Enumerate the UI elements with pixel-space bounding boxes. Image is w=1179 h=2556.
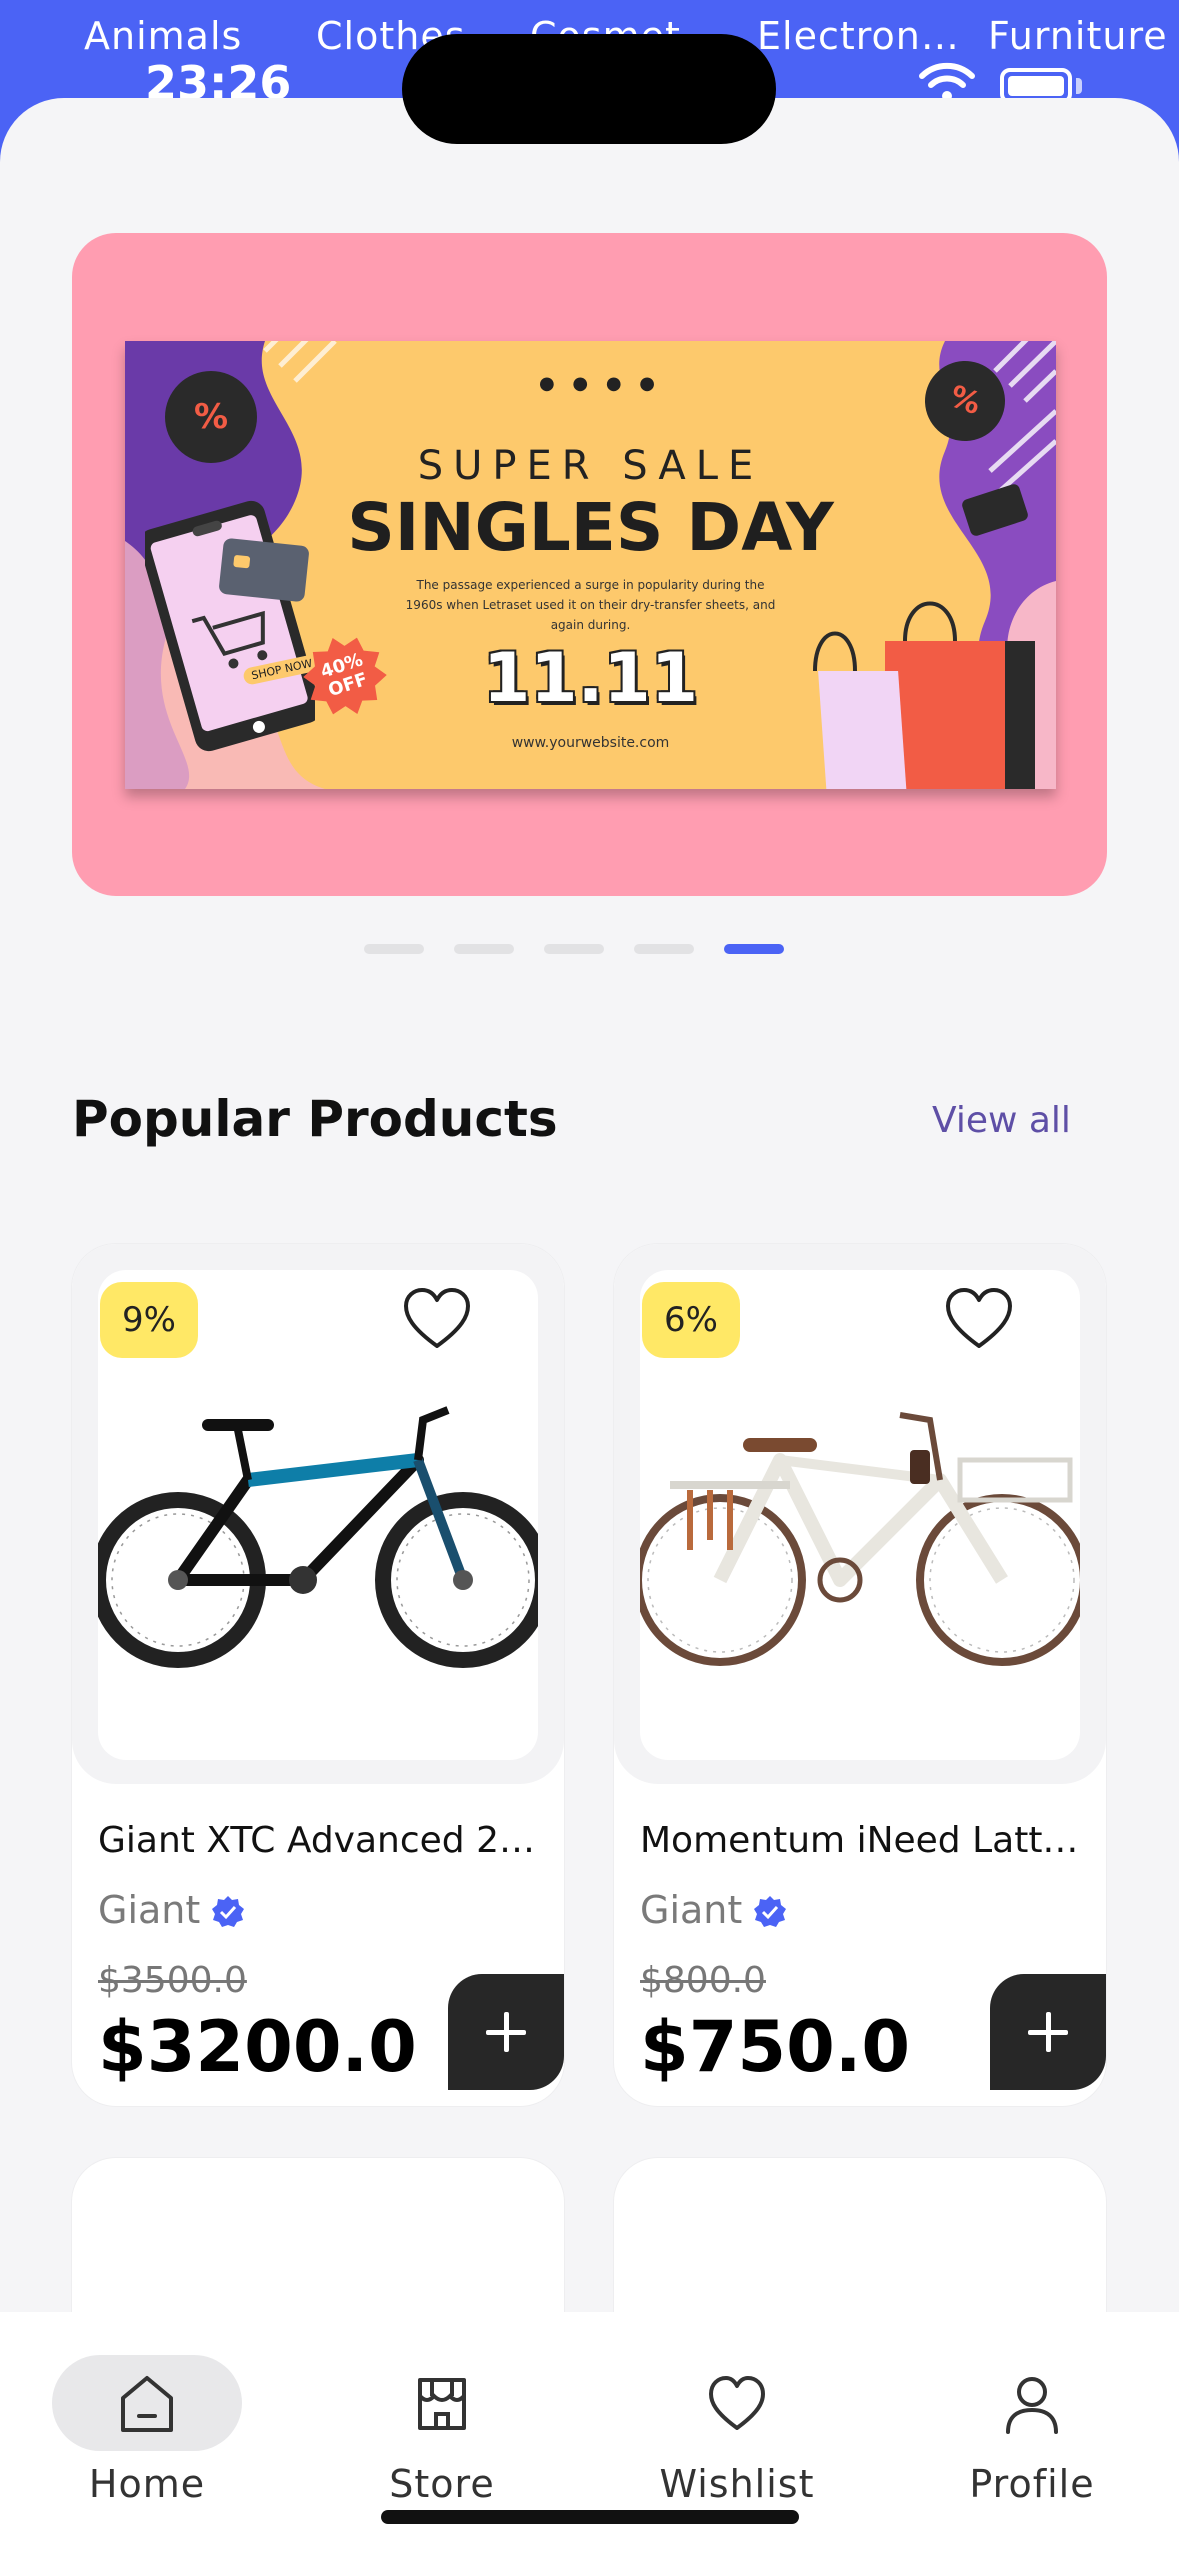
- home-sheet: % SHOP NOW 40% OFF ● ● ● ● SUPER SALE SI…: [0, 98, 1179, 2556]
- poster-description: The passage experienced a surge in popul…: [405, 578, 776, 632]
- verified-badge-icon: [212, 1896, 244, 1927]
- carousel-dot-2[interactable]: [454, 944, 514, 954]
- carousel-dot-1[interactable]: [364, 944, 424, 954]
- person-icon: [1006, 2377, 1058, 2434]
- sale-price: $750.0: [640, 2006, 911, 2088]
- heart-icon: [709, 2376, 765, 2430]
- category-animals[interactable]: Animals: [84, 14, 242, 58]
- nav-label: Profile: [969, 2462, 1095, 2506]
- battery-tip: [1076, 78, 1082, 94]
- nav-item-wishlist[interactable]: Wishlist: [617, 2352, 857, 2522]
- wifi-icon: [919, 62, 975, 101]
- category-electronics[interactable]: Electron…: [757, 14, 960, 58]
- add-to-cart-button[interactable]: [990, 1974, 1106, 2090]
- nav-label: Home: [88, 2462, 206, 2506]
- product-image-frame: 9%: [72, 1244, 564, 1784]
- product-card[interactable]: 9% Giant XTC Advanced 2… Giant $3500.0 $…: [72, 1244, 564, 2106]
- category-furniture[interactable]: Furniture: [988, 14, 1168, 58]
- dynamic-island: [402, 34, 776, 144]
- carousel-dot-3[interactable]: [544, 944, 604, 954]
- product-brand: Giant: [640, 1888, 743, 1932]
- product-name: Giant XTC Advanced 2…: [98, 1820, 535, 1861]
- city-bike-image: [640, 1412, 1080, 1666]
- discount-badge: 6%: [642, 1282, 740, 1358]
- heart-icon[interactable]: [944, 1286, 1014, 1352]
- product-image-frame: 6%: [614, 1244, 1106, 1784]
- mountain-bike-image: [98, 1406, 538, 1668]
- nav-item-profile[interactable]: Profile: [912, 2352, 1152, 2522]
- poster-right-decoration: [813, 341, 1056, 789]
- discount-badge: 9%: [100, 1282, 198, 1358]
- sale-price: $3200.0: [98, 2006, 417, 2088]
- carousel-dot-4[interactable]: [634, 944, 694, 954]
- product-card[interactable]: 6% Momentum iNeed Latt… Giant $800.0 $75…: [614, 1244, 1106, 2106]
- product-brand: Giant: [98, 1888, 201, 1932]
- promo-poster: % SHOP NOW 40% OFF ● ● ● ● SUPER SALE SI…: [125, 341, 1056, 789]
- promo-banner[interactable]: % SHOP NOW 40% OFF ● ● ● ● SUPER SALE SI…: [72, 233, 1107, 896]
- section-title: Popular Products: [72, 1090, 558, 1148]
- nav-item-home[interactable]: Home: [27, 2352, 267, 2522]
- original-price: $800.0: [640, 1960, 766, 2001]
- heart-icon[interactable]: [402, 1286, 472, 1352]
- nav-label: Wishlist: [659, 2462, 815, 2506]
- home-indicator[interactable]: [381, 2510, 799, 2524]
- add-to-cart-button[interactable]: [448, 1974, 564, 2090]
- original-price: $3500.0: [98, 1960, 247, 2001]
- home-icon: [121, 2376, 173, 2432]
- carousel-dot-5[interactable]: [724, 944, 784, 954]
- store-icon: [418, 2378, 466, 2430]
- social-icons: ● ● ● ●: [539, 373, 661, 394]
- verified-badge-icon: [754, 1896, 786, 1927]
- nav-label: Store: [389, 2462, 495, 2506]
- product-name: Momentum iNeed Latt…: [640, 1820, 1079, 1861]
- view-all-link[interactable]: View all: [932, 1100, 1071, 1141]
- nav-item-store[interactable]: Store: [322, 2352, 562, 2522]
